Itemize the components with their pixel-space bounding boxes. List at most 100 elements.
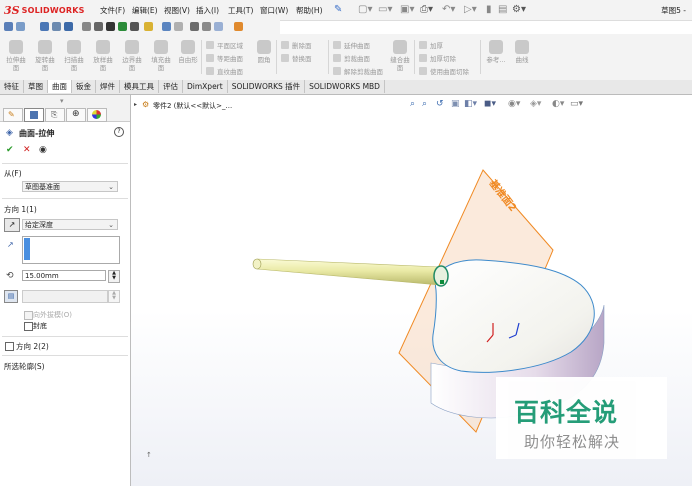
section-view-icon[interactable]: [52, 22, 61, 31]
section-divider: [2, 355, 128, 356]
plugin-icon[interactable]: [144, 22, 153, 31]
ok-check-icon[interactable]: ✔: [6, 145, 14, 155]
direction1-section-header[interactable]: 方向 1(1): [4, 204, 37, 215]
display-state-icon[interactable]: [202, 22, 211, 31]
reference-geometry-button[interactable]: 参考...: [484, 40, 508, 64]
selected-contours-header[interactable]: 所选轮廓(S): [4, 361, 45, 372]
select-icon[interactable]: ▷▾: [464, 4, 477, 15]
panel-handle-icon[interactable]: ▾: [60, 97, 64, 105]
help-icon[interactable]: ?: [114, 127, 124, 137]
appearance-icon[interactable]: [118, 22, 127, 31]
property-manager-tab[interactable]: [24, 108, 44, 122]
options-gear-icon[interactable]: ⚙▾: [512, 4, 526, 15]
draft-spinner[interactable]: ▲ ▼: [108, 290, 120, 303]
from-dropdown[interactable]: 草图基准面 ⌄: [22, 181, 118, 192]
grid-icon[interactable]: [130, 22, 139, 31]
cancel-x-icon[interactable]: ✕: [23, 145, 31, 155]
window-icon[interactable]: [214, 22, 223, 31]
tab-weldments[interactable]: 焊件: [96, 80, 120, 93]
rebuild-icon[interactable]: ▮: [486, 4, 492, 15]
gear-icon[interactable]: [82, 22, 91, 31]
menu-window[interactable]: 窗口(W): [260, 5, 288, 16]
fill-surface-icon: [154, 40, 168, 54]
knit-surface-button[interactable]: 缝合曲面: [390, 40, 410, 72]
menu-tools[interactable]: 工具(T): [228, 5, 253, 16]
save-icon[interactable]: ▣▾: [400, 4, 414, 15]
extend-surface-button[interactable]: 延伸曲面: [333, 40, 370, 50]
cut-with-surface-button[interactable]: 使用曲面切除: [419, 66, 469, 76]
cube-icon[interactable]: [106, 22, 115, 31]
macro-icon[interactable]: [234, 22, 243, 31]
thicken-button[interactable]: 加厚: [419, 40, 443, 50]
tab-mold-tools[interactable]: 模具工具: [120, 80, 159, 93]
menu-view[interactable]: 视图(V): [164, 5, 190, 16]
cap-end-checkbox[interactable]: [24, 322, 33, 331]
boundary-surface-button[interactable]: 边界曲面: [120, 40, 144, 72]
extrude-surface-preview[interactable]: [252, 258, 449, 287]
display-icon[interactable]: [40, 22, 49, 31]
tab-dimxpert[interactable]: DimXpert: [183, 80, 228, 93]
sphere-icon[interactable]: [94, 22, 103, 31]
direction2-checkbox[interactable]: [5, 342, 14, 351]
direction2-section-header[interactable]: 方向 2(2): [16, 341, 49, 352]
solidworks-logo: 3S SOLIDWORKS: [4, 3, 85, 17]
tab-solidworks-mbd[interactable]: SOLIDWORKS MBD: [305, 80, 385, 93]
offset-surface-button[interactable]: 等距曲面: [206, 53, 243, 63]
direction-selection-box[interactable]: [22, 236, 120, 264]
extend-surface-icon: [333, 41, 341, 49]
menu-edit[interactable]: 编辑(E): [132, 5, 158, 16]
print-preview-icon[interactable]: [190, 22, 199, 31]
undo-icon[interactable]: ↶▾: [442, 4, 455, 15]
menu-help[interactable]: 帮助(H): [296, 5, 323, 16]
command-tabs: 特征 草图 曲面 钣金 焊件 模具工具 评估 DimXpert SOLIDWOR…: [0, 80, 692, 95]
zoom-icon[interactable]: [64, 22, 73, 31]
extruded-surface-button[interactable]: 拉伸曲面: [4, 40, 28, 72]
dimxpert-manager-tab[interactable]: ⊕: [66, 108, 86, 122]
depth-input[interactable]: 15.00mm: [22, 270, 106, 281]
tab-features[interactable]: 特征: [0, 80, 24, 93]
selection-focus-bar: [24, 238, 30, 260]
feature-manager-tab[interactable]: ✎: [3, 108, 23, 122]
sketch-icon[interactable]: [4, 22, 13, 31]
revolved-surface-button[interactable]: 旋转曲面: [33, 40, 57, 72]
untrim-surface-button[interactable]: 解除剪裁曲面: [333, 66, 383, 76]
planar-surface-button[interactable]: 平面区域: [206, 40, 243, 50]
end-condition-dropdown[interactable]: 给定深度 ⌄: [22, 219, 118, 230]
open-file-icon[interactable]: ▭▾: [378, 4, 392, 15]
tab-sheet-metal[interactable]: 钣金: [72, 80, 96, 93]
tab-solidworks-addins[interactable]: SOLIDWORKS 插件: [228, 80, 306, 93]
camera-icon[interactable]: [174, 22, 183, 31]
thickened-cut-button[interactable]: 加厚切除: [419, 53, 456, 63]
draft-toggle-icon[interactable]: ▤: [4, 290, 18, 303]
swept-surface-button[interactable]: 扫描曲面: [62, 40, 86, 72]
preview-eye-icon[interactable]: ◉: [39, 145, 47, 155]
lofted-surface-button[interactable]: 放样曲面: [91, 40, 115, 72]
freeform-button[interactable]: 自由形: [176, 40, 200, 64]
search-icon[interactable]: [162, 22, 171, 31]
delete-face-button[interactable]: 删除面: [281, 40, 312, 50]
menu-insert[interactable]: 插入(I): [196, 5, 219, 16]
menu-file[interactable]: 文件(F): [100, 5, 125, 16]
pin-icon[interactable]: ✎: [334, 4, 342, 15]
smart-dimension-icon[interactable]: [16, 22, 25, 31]
new-file-icon[interactable]: ▢▾: [358, 4, 372, 15]
from-section-header[interactable]: 从(F): [4, 168, 22, 179]
filled-surface-button[interactable]: 填充曲面: [149, 40, 173, 72]
ruled-surface-button[interactable]: 直纹曲面: [206, 66, 243, 76]
trim-surface-button[interactable]: 剪裁曲面: [333, 53, 370, 63]
configuration-manager-tab[interactable]: ⎘: [45, 108, 65, 122]
offset-surface-icon: [206, 54, 214, 62]
draft-angle-input[interactable]: [22, 290, 108, 303]
fillet-button[interactable]: 圆角: [252, 40, 276, 64]
file-properties-icon[interactable]: ▤: [498, 4, 507, 15]
print-icon[interactable]: ⎙▾: [420, 4, 433, 15]
tab-sketch[interactable]: 草图: [24, 80, 48, 93]
tab-evaluate[interactable]: 评估: [159, 80, 183, 93]
replace-face-button[interactable]: 替换面: [281, 53, 312, 63]
reverse-direction-icon[interactable]: ↗: [4, 218, 20, 232]
tab-surfaces[interactable]: 曲面: [48, 80, 72, 93]
curves-button[interactable]: 曲线: [510, 40, 534, 64]
draft-outward-checkbox[interactable]: [24, 311, 33, 320]
display-manager-tab[interactable]: [87, 108, 107, 122]
depth-spinner[interactable]: ▲ ▼: [108, 270, 120, 283]
